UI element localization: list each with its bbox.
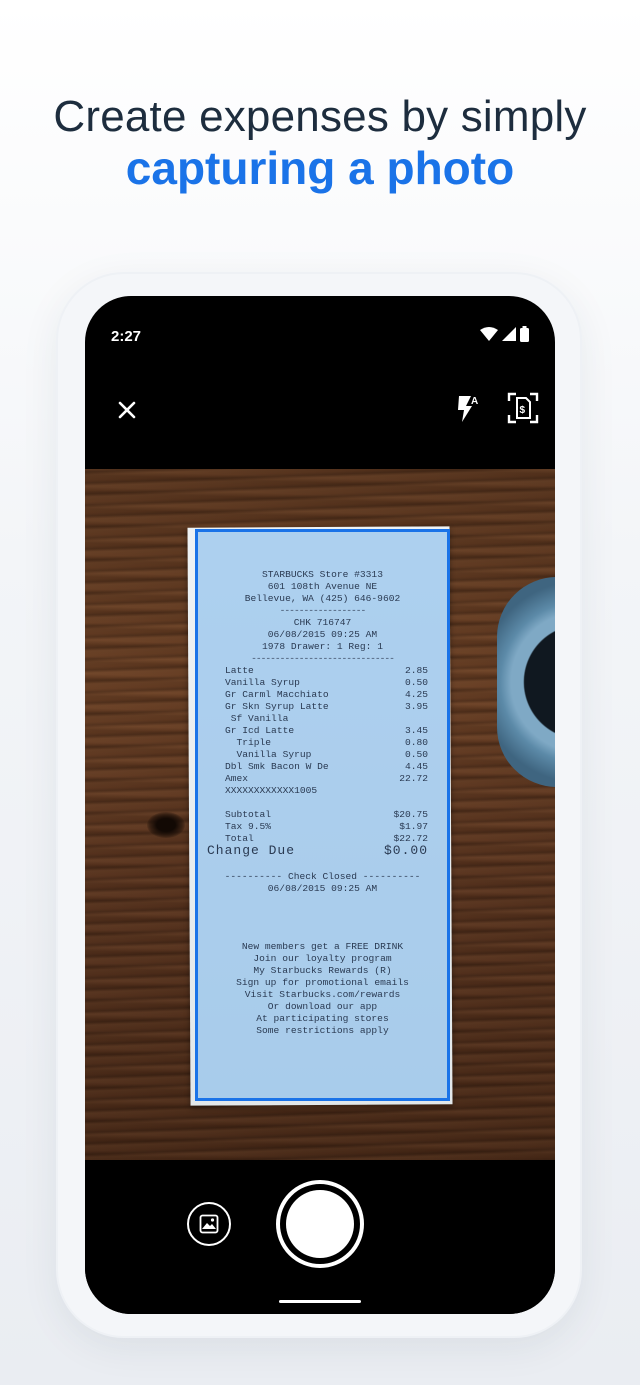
receipt-check: CHK 716747: [293, 617, 352, 628]
headline-line2: capturing a photo: [125, 142, 515, 194]
receipt-item-name: Triple: [225, 737, 272, 748]
receipt-footer: New members get a FREE DRINK Join our loy…: [195, 941, 450, 1037]
battery-icon: [520, 326, 529, 342]
receipt-address: 601 108th Avenue NE: [267, 581, 378, 592]
receipt-item-row: Latte 2.85: [195, 665, 450, 677]
receipt-footer-line: Visit Starbucks.com/rewards: [244, 989, 401, 1000]
receipt-item-name: Vanilla Syrup: [225, 677, 300, 688]
receipt-item-row: Gr Carml Macchiato 4.25: [195, 689, 450, 701]
receipt-store: STARBUCKS Store #3313: [262, 569, 383, 580]
document-scan-icon: $: [507, 392, 539, 424]
receipt-change-row: Change Due $0.00: [195, 843, 450, 858]
receipt-item-name: Dbl Smk Bacon W De: [225, 761, 329, 772]
signal-icon: [502, 327, 516, 341]
status-time: 2:27: [111, 328, 142, 345]
receipt-item-row: Sf Vanilla: [195, 713, 450, 725]
headline-line1: Create expenses by simply: [53, 92, 587, 141]
close-icon: [118, 401, 136, 419]
receipt-footer-line: Join our loyalty program: [253, 953, 392, 964]
camera-viewfinder[interactable]: STARBUCKS Store #3313 601 108th Avenue N…: [85, 469, 555, 1160]
receipt-drawer: 1978 Drawer: 1 Reg: 1: [262, 641, 383, 652]
receipt-footer-line: Sign up for promotional emails: [236, 977, 409, 988]
receipt-item-price: 0.50: [404, 677, 428, 688]
receipt-footer-line: My Starbucks Rewards (R): [253, 965, 392, 976]
coffee-mug-image: [497, 577, 555, 787]
receipt-item-row: Amex 22.72: [195, 773, 450, 785]
gallery-icon: [199, 1214, 219, 1234]
home-indicator[interactable]: [279, 1300, 361, 1303]
tax-label: Tax 9.5%: [225, 821, 272, 832]
wood-knot: [147, 812, 185, 838]
flash-auto-button[interactable]: A: [451, 392, 485, 426]
receipt-item-row: Dbl Smk Bacon W De 4.45: [195, 761, 450, 773]
receipt-text: STARBUCKS Store #3313 601 108th Avenue N…: [195, 569, 450, 1037]
receipt-item-name: Gr Skn Syrup Latte: [225, 701, 329, 712]
phone-screen: 2:27 A $ STARBUCKS Store #3313 601 108th…: [85, 296, 555, 1314]
tax-value: $1.97: [399, 821, 428, 832]
receipt-item-name: Sf Vanilla: [225, 713, 289, 724]
subtotal-label: Subtotal: [225, 809, 272, 820]
receipt-item-name: Gr Icd Latte: [225, 725, 295, 736]
receipt-closed-datetime: 06/08/2015 09:25 AM: [267, 883, 378, 894]
status-bar: 2:27: [85, 296, 555, 376]
receipt-item-price: 4.25: [404, 689, 428, 700]
close-button[interactable]: [111, 394, 143, 426]
receipt-item-name: XXXXXXXXXXXX1005: [225, 785, 318, 796]
shutter-inner: [286, 1190, 354, 1258]
svg-text:$: $: [520, 405, 526, 416]
receipt-item-price: 22.72: [399, 773, 428, 784]
receipt-tax-row: Tax 9.5% $1.97: [195, 821, 450, 833]
flash-auto-icon: A: [458, 396, 478, 422]
flash-mode-label: A: [471, 396, 478, 407]
document-scan-button[interactable]: $: [505, 390, 541, 426]
subtotal-value: $20.75: [393, 809, 428, 820]
gallery-button[interactable]: [187, 1202, 231, 1246]
receipt-item-price: 3.95: [404, 701, 428, 712]
receipt-city: Bellevue, WA (425) 646-9602: [244, 593, 401, 604]
receipt-item-row: Vanilla Syrup 0.50: [195, 749, 450, 761]
status-icons: [480, 326, 529, 342]
receipt-subtotal-row: Subtotal $20.75: [195, 809, 450, 821]
receipt-item-row: Gr Icd Latte 3.45: [195, 725, 450, 737]
change-label: Change Due: [207, 843, 296, 858]
check-closed-label: Check Closed: [287, 871, 358, 882]
receipt-footer-line: New members get a FREE DRINK: [241, 941, 404, 952]
receipt-item-row: Vanilla Syrup 0.50: [195, 677, 450, 689]
receipt-item-price: 4.45: [404, 761, 428, 772]
receipt-item-price: 0.80: [404, 737, 428, 748]
receipt-item-row: Triple 0.80: [195, 737, 450, 749]
receipt-item-row: XXXXXXXXXXXX1005: [195, 785, 450, 797]
receipt-item-row: Gr Skn Syrup Latte 3.95: [195, 701, 450, 713]
receipt-footer-line: At participating stores: [256, 1013, 389, 1024]
receipt-item-price: 0.50: [404, 749, 428, 760]
shutter-button[interactable]: [276, 1180, 364, 1268]
receipt-item-name: Vanilla Syrup: [225, 749, 312, 760]
receipt-item-name: Gr Carml Macchiato: [225, 689, 329, 700]
receipt-item-price: 2.85: [404, 665, 428, 676]
wifi-icon: [480, 327, 498, 341]
receipt-footer-line: Or download our app: [267, 1001, 378, 1012]
receipt-items: Latte 2.85 Vanilla Syrup 0.50 Gr Carml Macch…: [195, 665, 450, 797]
camera-toolbar: A $: [85, 376, 555, 468]
receipt-footer-line: Some restrictions apply: [256, 1025, 389, 1036]
change-value: $0.00: [383, 843, 428, 858]
receipt-datetime: 06/08/2015 09:25 AM: [267, 629, 378, 640]
headline: Create expenses by simply capturing a ph…: [0, 92, 640, 194]
receipt-item-name: Latte: [225, 665, 254, 676]
receipt-closed-row: ---------- Check Closed ----------: [224, 871, 421, 882]
receipt-item-price: 3.45: [404, 725, 428, 736]
capture-bar: [85, 1160, 555, 1314]
receipt-item-name: Amex: [225, 773, 249, 784]
